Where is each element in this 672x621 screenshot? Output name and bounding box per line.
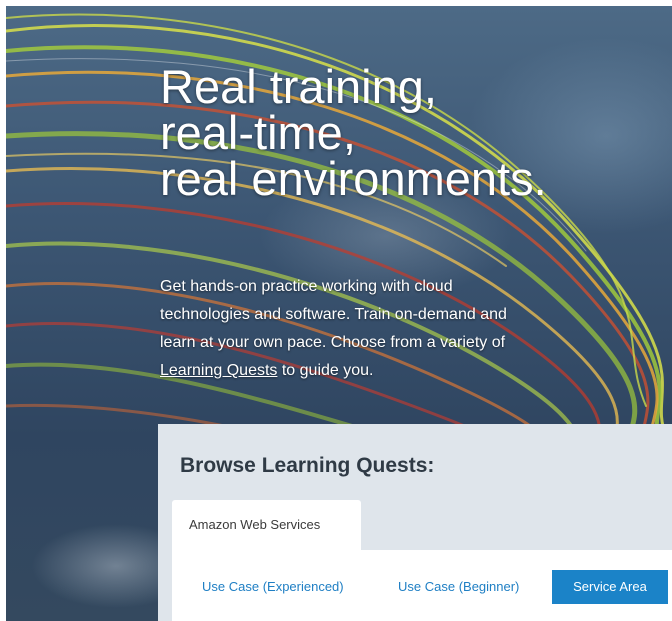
tab-content: Use Case (Experienced) Use Case (Beginne…	[172, 550, 672, 621]
browse-quests-title: Browse Learning Quests:	[180, 454, 435, 477]
subtab-use-case-experienced[interactable]: Use Case (Experienced)	[202, 570, 344, 604]
hero-headline: Real training, real-time, real environme…	[160, 60, 640, 205]
intro-text-end: to guide you.	[277, 362, 374, 379]
tab-label: Amazon Web Services	[189, 517, 321, 532]
headline-line-2: real-time,	[160, 106, 356, 159]
intro-text: Get hands-on practice working with cloud…	[160, 278, 507, 351]
browse-quests-panel: Browse Learning Quests: Amazon Web Servi…	[158, 424, 672, 621]
subtab-service-area[interactable]: Service Area	[552, 570, 668, 604]
subtab-use-case-beginner[interactable]: Use Case (Beginner)	[398, 570, 519, 604]
tab-amazon-web-services[interactable]: Amazon Web Services	[172, 500, 361, 551]
headline-line-1: Real training,	[160, 60, 437, 113]
hero-description: Get hands-on practice working with cloud…	[160, 273, 530, 385]
learning-quests-link[interactable]: Learning Quests	[160, 362, 277, 379]
headline-line-3: real environments.	[160, 152, 547, 205]
